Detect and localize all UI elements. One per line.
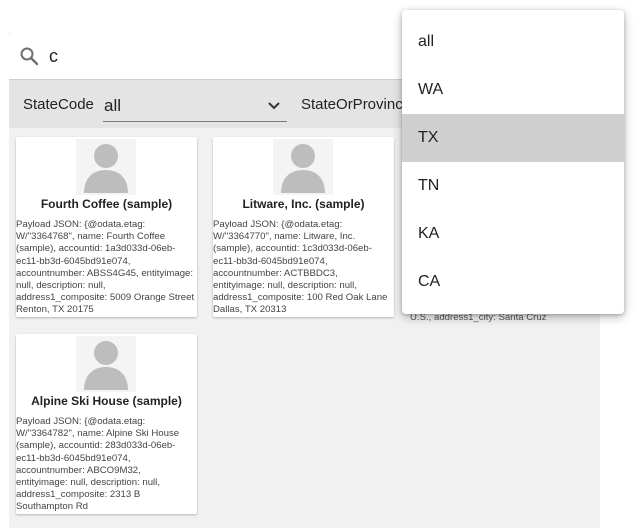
statecode-label: StateCode (23, 96, 94, 113)
dropdown-option-ka[interactable]: KA (402, 210, 624, 258)
avatar (273, 139, 333, 195)
search-input[interactable]: c (49, 46, 58, 67)
card-payload: Payload JSON: {@odata.etag: W/"3364782",… (16, 416, 180, 514)
filter-bar: StateCode all StateOrProvince (9, 80, 429, 128)
stateorprovince-label: StateOrProvince (301, 96, 412, 113)
dropdown-option-all[interactable]: all (402, 18, 624, 66)
avatar (76, 139, 136, 195)
account-card[interactable]: Alpine Ski House (sample) Payload JSON: … (16, 334, 197, 514)
avatar (76, 336, 136, 392)
statecode-dropdown-menu: all WA TX TN KA CA (402, 10, 624, 314)
dropdown-option-tn[interactable]: TN (402, 162, 624, 210)
card-title: Litware, Inc. (sample) (242, 197, 365, 211)
account-card[interactable]: Litware, Inc. (sample) Payload JSON: {@o… (213, 137, 394, 317)
search-icon (19, 46, 39, 66)
card-payload: Payload JSON: {@odata.etag: W/"3364770",… (213, 219, 388, 317)
statecode-select-value: all (104, 96, 122, 115)
dropdown-option-ca[interactable]: CA (402, 258, 624, 306)
search-bar[interactable]: c (9, 32, 429, 80)
card-title: Fourth Coffee (sample) (40, 197, 173, 211)
dropdown-option-tx[interactable]: TX (402, 114, 624, 162)
card-payload: Payload JSON: {@odata.etag: W/"3364768",… (16, 219, 195, 316)
account-card[interactable]: Fourth Coffee (sample) Payload JSON: {@o… (16, 137, 197, 317)
chevron-down-icon (267, 99, 281, 113)
card-title: Alpine Ski House (sample) (31, 394, 182, 408)
statecode-select[interactable]: all (103, 90, 287, 122)
dropdown-option-wa[interactable]: WA (402, 66, 624, 114)
